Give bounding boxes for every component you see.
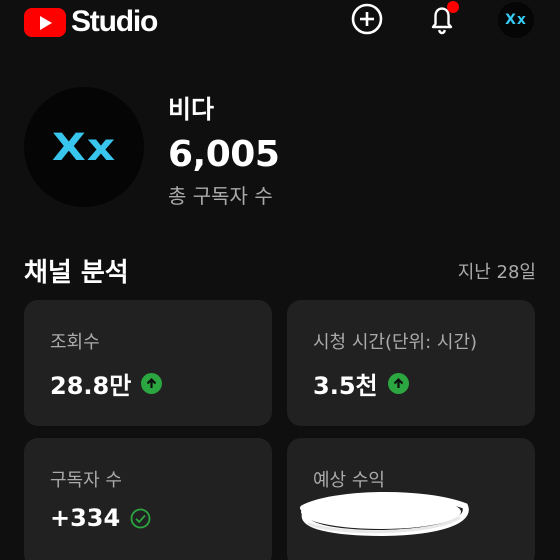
subscribers-value-row: +334 — [50, 504, 151, 532]
check-circle-icon — [130, 508, 151, 529]
account-avatar-text: Xx — [505, 12, 527, 28]
studio-logo[interactable]: Studio — [24, 4, 158, 40]
watch-time-value: 3.5천 — [313, 372, 378, 400]
subscribers-label: 구독자 수 — [50, 470, 122, 491]
channel-avatar[interactable]: Xx — [24, 87, 144, 207]
subscribers-card[interactable]: 구독자 수 +334 — [24, 438, 272, 560]
watch-time-card[interactable]: 시청 시간(단위: 시간) 3.5천 — [287, 300, 535, 426]
redaction-scribble — [300, 491, 469, 537]
notifications-button[interactable] — [420, 0, 464, 38]
views-label: 조회수 — [50, 332, 100, 353]
notification-dot — [447, 1, 459, 13]
watch-time-value-row: 3.5천 — [313, 366, 409, 401]
views-value-row: 28.8만 — [50, 366, 163, 401]
analytics-period: 지난 28일 — [457, 262, 536, 283]
youtube-logo-icon — [24, 7, 66, 37]
views-value: 28.8만 — [50, 372, 132, 400]
channel-name: 비다 — [168, 95, 215, 124]
subscribers-value: +334 — [50, 504, 121, 532]
studio-dashboard: Studio Xx Xx 비다 6,005 총 구독자 수 채널 분석 지난 2… — [0, 0, 560, 560]
subscriber-label: 총 구독자 수 — [168, 184, 273, 208]
revenue-card[interactable]: 예상 수익 — [287, 438, 535, 560]
arrow-up-icon — [387, 373, 409, 394]
notifications-icon — [431, 1, 459, 35]
create-button[interactable] — [345, 0, 389, 38]
watch-time-label: 시청 시간(단위: 시간) — [313, 332, 478, 353]
views-card[interactable]: 조회수 28.8만 — [24, 300, 272, 426]
account-avatar[interactable]: Xx — [498, 2, 534, 38]
logo-text: Studio — [71, 5, 158, 38]
create-icon — [351, 3, 383, 35]
channel-avatar-text: Xx — [51, 125, 117, 169]
arrow-up-icon — [141, 373, 163, 394]
analytics-title: 채널 분석 — [24, 258, 129, 288]
subscriber-count: 6,005 — [168, 134, 280, 175]
